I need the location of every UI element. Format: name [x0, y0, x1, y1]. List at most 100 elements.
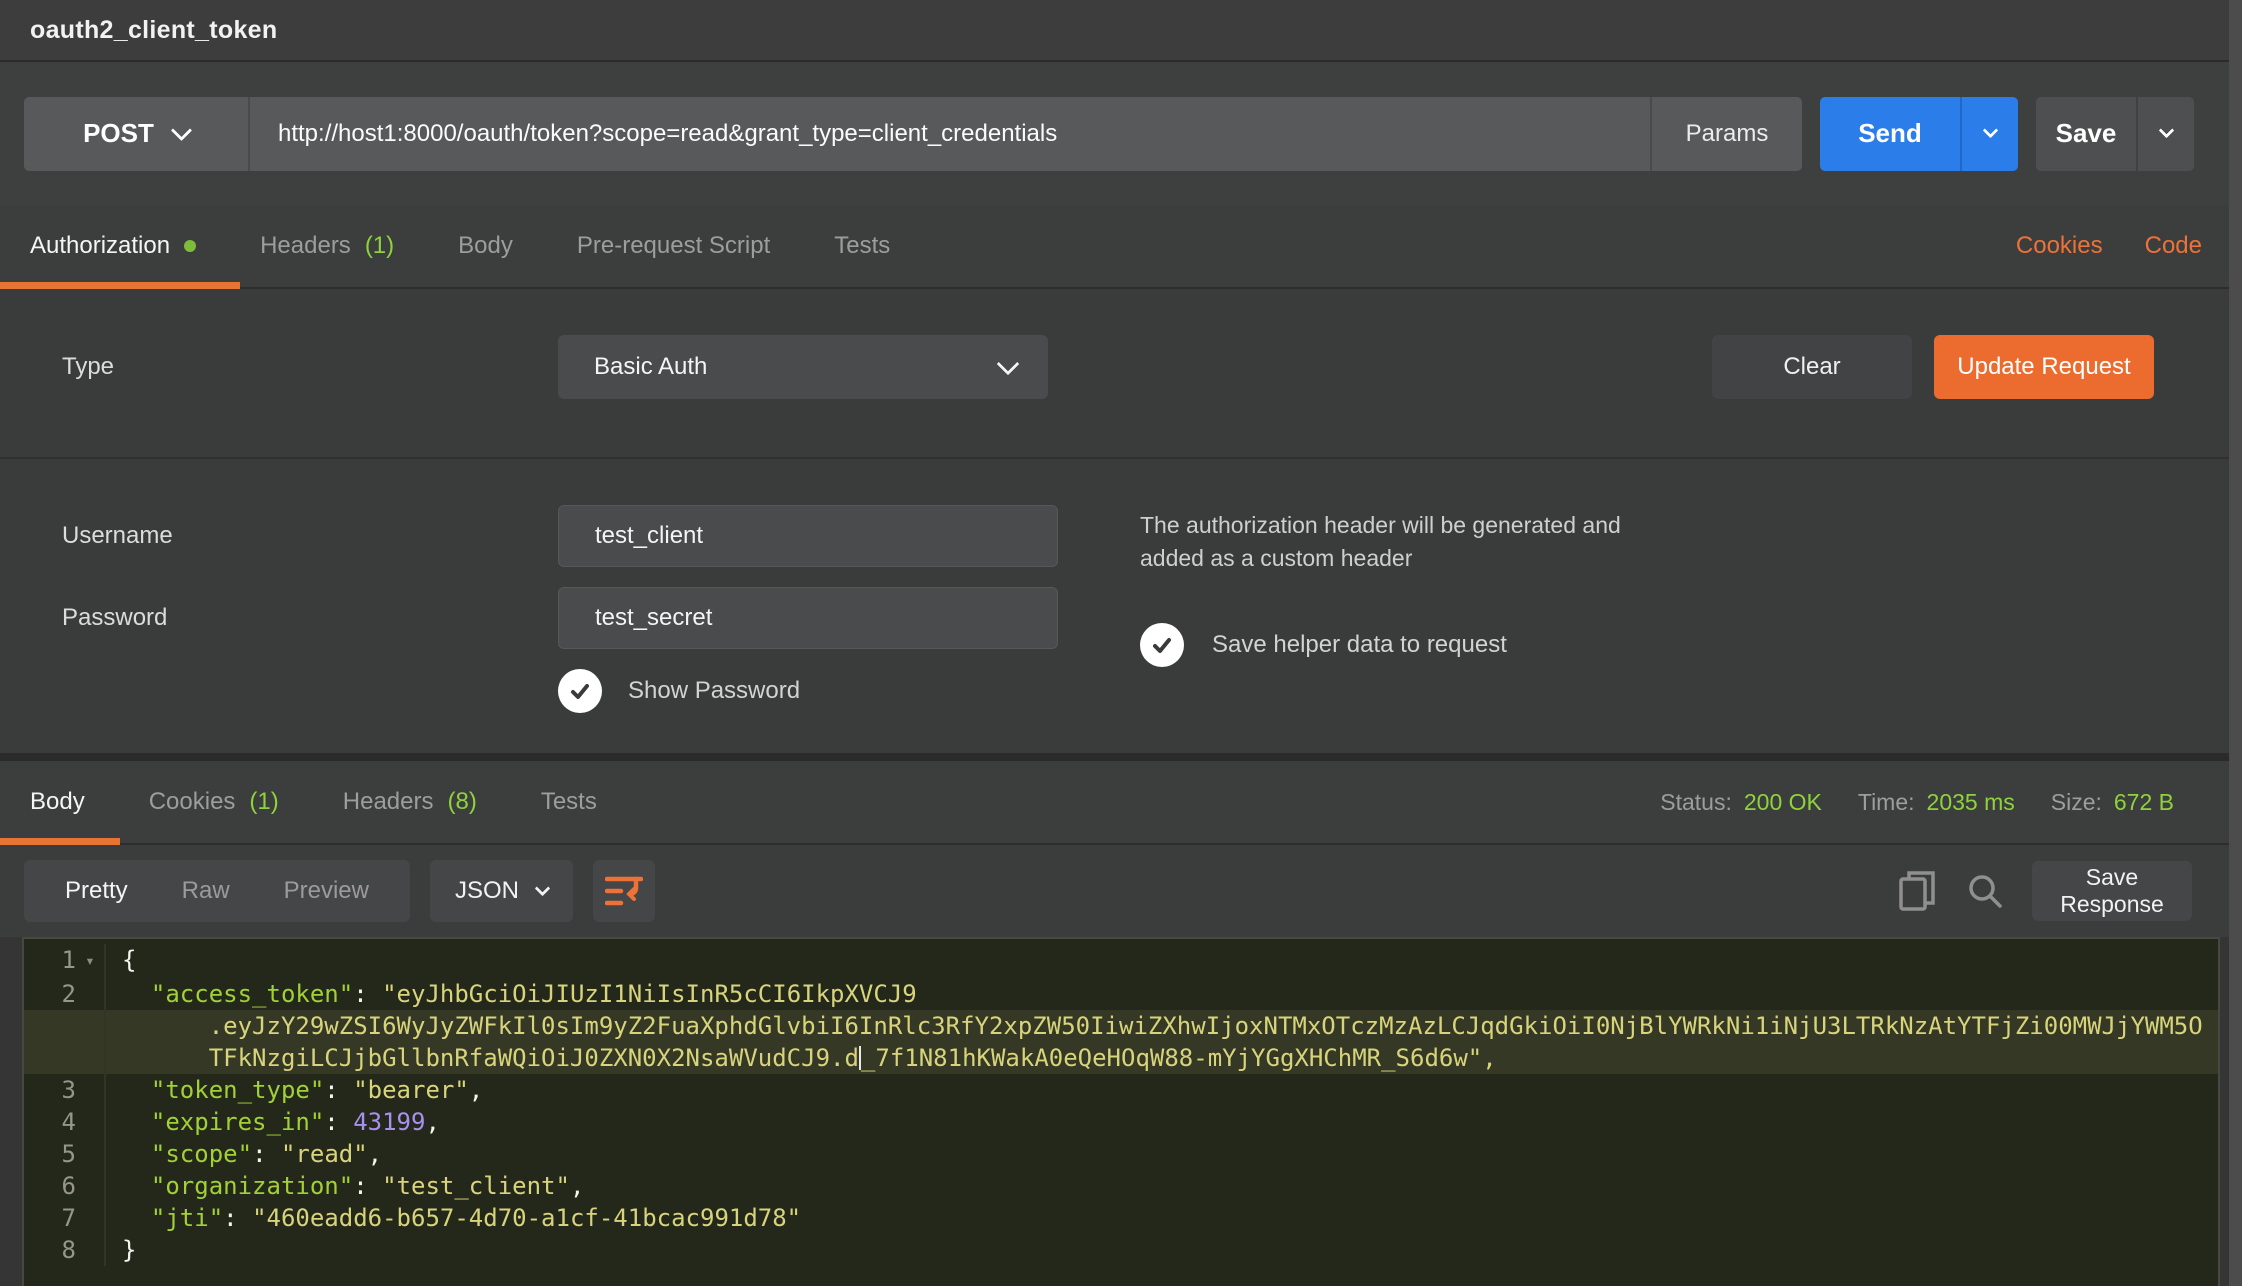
- copy-button[interactable]: [1898, 869, 1938, 913]
- save-button[interactable]: Save: [2036, 97, 2194, 171]
- fold-gutter: [76, 1202, 106, 1234]
- active-tab-underline: [0, 282, 240, 289]
- fold-gutter: [76, 1074, 106, 1106]
- line-number: 8: [24, 1234, 76, 1266]
- status-value: 200 OK: [1744, 789, 1822, 816]
- auth-type-select[interactable]: Basic Auth: [558, 335, 1048, 399]
- view-mode-preview[interactable]: Preview: [284, 877, 369, 905]
- chevron-down-icon: [1982, 123, 1998, 139]
- response-tabs: Body Cookies (1) Headers (8) Tests Statu…: [0, 757, 2242, 845]
- headers-count-badge: (1): [365, 232, 394, 260]
- authorization-panel: Type Basic Auth Clear Update Request Use…: [0, 289, 2242, 757]
- format-select[interactable]: JSON: [430, 860, 573, 922]
- method-label: POST: [83, 118, 154, 149]
- chevron-down-icon: [535, 880, 551, 896]
- line-number: 4: [24, 1106, 76, 1138]
- request-title: oauth2_client_token: [30, 16, 277, 45]
- code-line: .eyJzY29wZSI6WyJyZWFkIl0sIm9yZ2FuaXphdGl…: [24, 1010, 2218, 1042]
- fold-gutter: [76, 1042, 106, 1074]
- line-number: 5: [24, 1138, 76, 1170]
- code-line: 5 "scope": "read",: [24, 1138, 2218, 1170]
- format-value: JSON: [455, 877, 519, 905]
- response-toolbar: Pretty Raw Preview JSON Save Res: [0, 845, 2242, 937]
- save-helper-checkbox[interactable]: [1140, 623, 1184, 667]
- send-label: Send: [1820, 97, 1960, 171]
- tab-body[interactable]: Body: [458, 232, 513, 260]
- auth-type-value: Basic Auth: [594, 353, 707, 381]
- username-field[interactable]: [558, 505, 1058, 567]
- vertical-scrollbar[interactable]: [2229, 0, 2242, 1286]
- checkmark-icon: [568, 679, 592, 703]
- response-headers-count-badge: (8): [447, 788, 476, 816]
- active-tab-underline: [0, 838, 120, 845]
- params-button[interactable]: Params: [1650, 97, 1802, 171]
- fold-gutter: [76, 1010, 106, 1042]
- response-body[interactable]: 1▾{2 "access_token": "eyJhbGciOiJIUzI1Ni…: [22, 937, 2220, 1286]
- response-tab-body[interactable]: Body: [30, 788, 85, 816]
- line-number: [24, 1042, 76, 1074]
- line-number: 2: [24, 978, 76, 1010]
- view-mode-pretty[interactable]: Pretty: [65, 877, 128, 905]
- code-line: TFkNzgiLCJjbGllbnRfaWQiOiJ0ZXN0X2NsaWVud…: [24, 1042, 2218, 1074]
- fold-gutter: [76, 1138, 106, 1170]
- fold-gutter: [76, 1106, 106, 1138]
- request-builder-bar: POST Params Send Save: [0, 62, 2242, 205]
- chevron-down-icon: [2158, 123, 2174, 139]
- password-field[interactable]: [558, 587, 1058, 649]
- line-number: 7: [24, 1202, 76, 1234]
- request-tabs: Authorization Headers (1) Body Pre-reque…: [0, 205, 2242, 289]
- method-dropdown[interactable]: POST: [24, 97, 250, 171]
- status-indicator: Status: 200 OK: [1660, 789, 1822, 816]
- send-button[interactable]: Send: [1820, 97, 2018, 171]
- code-line: 8}: [24, 1234, 2218, 1266]
- fold-gutter: [76, 1234, 106, 1266]
- title-bar: oauth2_client_token: [0, 0, 2242, 62]
- show-password-checkbox[interactable]: [558, 669, 602, 713]
- password-label: Password: [62, 604, 558, 632]
- wrap-lines-button[interactable]: [593, 860, 655, 922]
- cookies-count-badge: (1): [249, 788, 278, 816]
- fold-gutter: [76, 1170, 106, 1202]
- fold-arrow-icon[interactable]: ▾: [76, 944, 106, 978]
- size-indicator: Size: 672 B: [2051, 789, 2174, 816]
- line-number: 6: [24, 1170, 76, 1202]
- search-button[interactable]: [1966, 872, 2004, 910]
- url-input[interactable]: [250, 97, 1650, 171]
- code-line: 4 "expires_in": 43199,: [24, 1106, 2218, 1138]
- response-tab-cookies[interactable]: Cookies (1): [149, 788, 279, 816]
- wrap-lines-icon: [605, 874, 643, 908]
- response-tab-tests[interactable]: Tests: [541, 788, 597, 816]
- code-line: 3 "token_type": "bearer",: [24, 1074, 2218, 1106]
- tab-authorization[interactable]: Authorization: [30, 232, 196, 260]
- save-label: Save: [2036, 97, 2136, 171]
- line-number: 1: [24, 944, 76, 978]
- show-password-label: Show Password: [628, 677, 800, 705]
- username-label: Username: [62, 522, 558, 550]
- auth-helper-text: The authorization header will be generat…: [1140, 509, 1700, 575]
- update-request-button[interactable]: Update Request: [1934, 335, 2154, 399]
- search-icon: [1966, 872, 2004, 910]
- save-response-button[interactable]: Save Response: [2032, 861, 2192, 921]
- line-number: 3: [24, 1074, 76, 1106]
- cookies-link[interactable]: Cookies: [2016, 232, 2103, 260]
- checkmark-icon: [1150, 633, 1174, 657]
- tab-headers[interactable]: Headers (1): [260, 232, 394, 260]
- green-dot-icon: [184, 240, 196, 252]
- time-value: 2035 ms: [1927, 789, 2015, 816]
- tab-prerequest-script[interactable]: Pre-request Script: [577, 232, 770, 260]
- fold-gutter: [76, 978, 106, 1010]
- view-mode-raw[interactable]: Raw: [182, 877, 230, 905]
- clear-button[interactable]: Clear: [1712, 335, 1912, 399]
- response-tab-headers[interactable]: Headers (8): [343, 788, 477, 816]
- code-link[interactable]: Code: [2145, 232, 2202, 260]
- tab-tests[interactable]: Tests: [834, 232, 890, 260]
- size-value: 672 B: [2114, 789, 2174, 816]
- response-status-bar: Status: 200 OK Time: 2035 ms Size: 672 B: [1660, 789, 2174, 816]
- save-helper-label: Save helper data to request: [1212, 631, 1507, 659]
- view-mode-group: Pretty Raw Preview: [24, 860, 410, 922]
- line-number: [24, 1010, 76, 1042]
- save-options-button[interactable]: [2136, 97, 2194, 171]
- code-line: 6 "organization": "test_client",: [24, 1170, 2218, 1202]
- type-label: Type: [62, 353, 558, 381]
- send-options-button[interactable]: [1960, 97, 2018, 171]
